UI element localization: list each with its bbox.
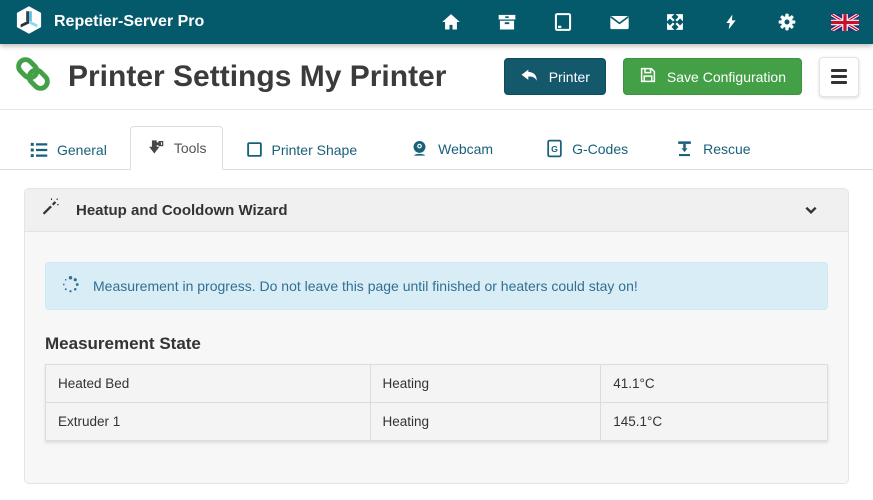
printer-button-label: Printer bbox=[549, 69, 590, 85]
tab-rescue-label: Rescue bbox=[703, 141, 750, 157]
tab-general[interactable]: General bbox=[14, 130, 123, 170]
panel-title: Heatup and Cooldown Wizard bbox=[76, 202, 288, 219]
measurement-progress-alert: Measurement in progress. Do not leave th… bbox=[45, 262, 828, 310]
tab-gcodes-label: G-Codes bbox=[572, 141, 628, 157]
archive-box-icon[interactable] bbox=[495, 10, 519, 34]
page-title: Printer Settings My Printer bbox=[68, 60, 446, 94]
spinner-icon bbox=[61, 275, 80, 297]
navbar-icons bbox=[407, 10, 859, 34]
save-floppy-icon bbox=[639, 66, 657, 87]
heatup-cooldown-panel: Heatup and Cooldown Wizard Me bbox=[24, 188, 849, 484]
repetier-logo-icon bbox=[14, 5, 44, 40]
table-row: Extruder 1 Heating 145.1°C bbox=[46, 403, 828, 441]
measurement-state-table: Heated Bed Heating 41.1°C Extruder 1 Hea… bbox=[45, 364, 828, 441]
menu-button[interactable] bbox=[819, 57, 859, 97]
reply-arrow-icon bbox=[520, 66, 539, 88]
chevron-down-icon[interactable] bbox=[803, 202, 819, 218]
tab-printer-shape[interactable]: Printer Shape bbox=[230, 129, 374, 170]
save-configuration-button[interactable]: Save Configuration bbox=[623, 58, 802, 95]
tab-tools[interactable]: Tools bbox=[130, 126, 223, 170]
touchscreen-icon[interactable] bbox=[551, 10, 575, 34]
tab-rescue[interactable]: Rescue bbox=[659, 127, 766, 170]
brand[interactable]: Repetier-Server Pro bbox=[14, 5, 204, 40]
gcode-letter: G bbox=[551, 144, 558, 154]
tab-tools-label: Tools bbox=[174, 140, 207, 156]
table-row: Heated Bed Heating 41.1°C bbox=[46, 365, 828, 403]
heater-name: Extruder 1 bbox=[46, 403, 371, 441]
brand-title: Repetier-Server Pro bbox=[54, 13, 204, 31]
heater-status: Heating bbox=[370, 403, 601, 441]
link-chain-icon bbox=[14, 55, 52, 98]
tab-webcam[interactable]: Webcam bbox=[394, 127, 509, 170]
heater-status: Heating bbox=[370, 365, 601, 403]
panel-header[interactable]: Heatup and Cooldown Wizard bbox=[25, 189, 848, 232]
top-navbar: Repetier-Server Pro bbox=[0, 0, 873, 44]
settings-gear-icon[interactable] bbox=[775, 10, 799, 34]
hamburger-icon bbox=[831, 69, 847, 84]
tab-printer-shape-label: Printer Shape bbox=[272, 142, 358, 158]
panel-body: Measurement in progress. Do not leave th… bbox=[25, 232, 848, 441]
language-flag-icon[interactable] bbox=[831, 10, 859, 34]
tab-general-label: General bbox=[57, 142, 107, 158]
tab-webcam-label: Webcam bbox=[438, 141, 493, 157]
alert-text: Measurement in progress. Do not leave th… bbox=[93, 278, 638, 294]
page-header: Printer Settings My Printer Printer Save… bbox=[0, 44, 873, 110]
heater-temperature: 145.1°C bbox=[601, 403, 828, 441]
magic-wand-icon bbox=[40, 198, 59, 222]
fullscreen-icon[interactable] bbox=[663, 10, 687, 34]
heater-temperature: 41.1°C bbox=[601, 365, 828, 403]
settings-tabs: General Tools Printer Shape Webcam bbox=[0, 110, 873, 170]
heater-name: Heated Bed bbox=[46, 365, 371, 403]
tab-gcodes[interactable]: G G-Codes bbox=[530, 127, 644, 170]
bolt-icon[interactable] bbox=[719, 10, 743, 34]
home-icon[interactable] bbox=[439, 10, 463, 34]
messages-icon[interactable] bbox=[607, 10, 631, 34]
printer-button[interactable]: Printer bbox=[504, 58, 606, 95]
save-button-label: Save Configuration bbox=[667, 69, 786, 85]
measurement-state-heading: Measurement State bbox=[45, 334, 828, 354]
